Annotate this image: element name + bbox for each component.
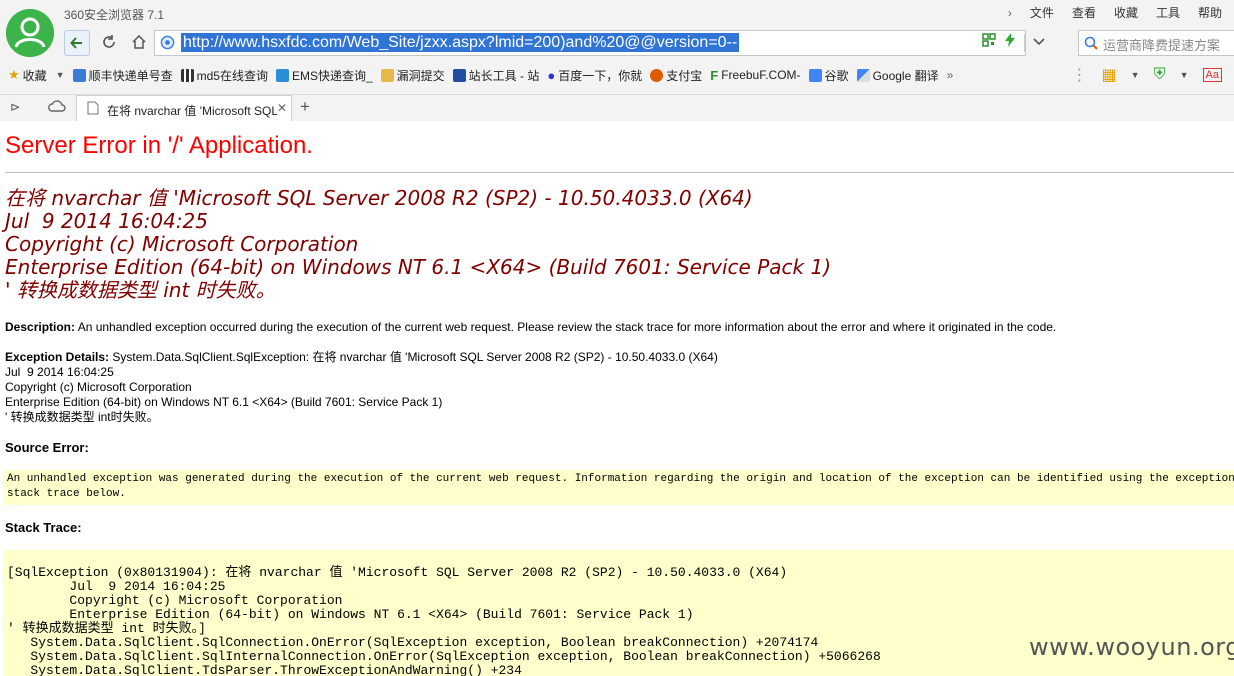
address-bar[interactable]: http://www.hsxfdc.com/Web_Site/jzxx.aspx… bbox=[154, 30, 1026, 56]
tab-active[interactable]: 在将 nvarchar 值 'Microsoft SQL Server 2008… bbox=[76, 95, 292, 122]
toolbar-extensions: ⋮ ▦ ▼ ⛨ ▼ Aa bbox=[1072, 65, 1222, 85]
back-button[interactable] bbox=[64, 30, 90, 56]
bookmark-md5[interactable]: md5在线查询 bbox=[180, 67, 268, 84]
sidebar-toggle-icon[interactable]: ⊳ bbox=[10, 100, 20, 114]
cloud-icon[interactable] bbox=[48, 99, 66, 118]
app-title: 360安全浏览器 7.1 bbox=[64, 8, 165, 22]
tab-title: 在将 nvarchar 值 'Microsoft SQL Server 2008… bbox=[107, 104, 277, 118]
dropdown-icon[interactable]: ▼ bbox=[1180, 70, 1189, 80]
vertical-dots-icon[interactable]: ⋮ bbox=[1072, 65, 1088, 85]
menu-view[interactable]: 查看 bbox=[1072, 4, 1096, 21]
error-message: 在将 nvarchar 值 'Microsoft SQL Server 2008… bbox=[5, 186, 831, 302]
bookmark-freebuf[interactable]: F FreebuF.COM- bbox=[710, 68, 800, 83]
page-title: Server Error in '/' Application. bbox=[5, 132, 313, 159]
menu-help[interactable]: 帮助 bbox=[1198, 4, 1222, 21]
user-avatar-icon[interactable] bbox=[6, 9, 54, 57]
bookmark-favorites[interactable]: ★ 收藏 ▼ bbox=[8, 67, 65, 84]
tab-strip: ⊳ 在将 nvarchar 值 'Microsoft SQL Server 20… bbox=[0, 94, 1234, 122]
menu-tools[interactable]: 工具 bbox=[1156, 4, 1180, 21]
ems-icon bbox=[275, 68, 289, 82]
close-icon[interactable]: ✕ bbox=[277, 101, 287, 115]
page-icon bbox=[87, 101, 99, 118]
menu-file[interactable]: 文件 bbox=[1030, 4, 1054, 21]
more-bookmarks-button[interactable]: » bbox=[947, 68, 954, 82]
double-chevron-icon: » bbox=[946, 68, 954, 82]
source-error-label: Source Error: bbox=[5, 440, 89, 455]
exception-text: System.Data.SqlClient.SqlException: 在将 n… bbox=[5, 350, 718, 424]
new-tab-button[interactable]: + bbox=[300, 97, 310, 117]
refresh-icon bbox=[103, 35, 115, 48]
description: Description: An unhandled exception occu… bbox=[5, 320, 1056, 334]
bookmark-sf-express[interactable]: 顺丰快递单号查 bbox=[72, 67, 173, 84]
search-box[interactable]: 运营商降费提速方案 bbox=[1078, 30, 1234, 56]
apps-icon[interactable]: ▦ bbox=[1102, 65, 1117, 85]
description-text: An unhandled exception occurred during t… bbox=[75, 320, 1057, 334]
source-error-box: An unhandled exception was generated dur… bbox=[3, 470, 1234, 505]
folder-icon bbox=[380, 68, 394, 82]
shield-icon[interactable]: ⛨ bbox=[1154, 66, 1166, 84]
qr-code-icon[interactable] bbox=[982, 33, 996, 52]
google-icon bbox=[808, 68, 822, 82]
bookmarks-bar: ★ 收藏 ▼ 顺丰快递单号查 md5在线查询 EMS快递查询_ 漏洞提交 站长工… bbox=[0, 63, 1234, 87]
url-text[interactable]: http://www.hsxfdc.com/Web_Site/jzxx.aspx… bbox=[181, 33, 740, 52]
alipay-icon bbox=[650, 68, 664, 82]
home-button[interactable] bbox=[126, 29, 152, 55]
bookmark-ems[interactable]: EMS快递查询_ bbox=[275, 67, 373, 84]
bookmark-baidu[interactable]: ● 百度一下，你就 bbox=[547, 67, 642, 84]
address-row: http://www.hsxfdc.com/Web_Site/jzxx.aspx… bbox=[62, 29, 1234, 57]
chinaz-icon bbox=[452, 68, 466, 82]
divider bbox=[5, 172, 1234, 173]
address-tools bbox=[982, 33, 1045, 52]
browser-chrome: 360安全浏览器 7.1 › 文件 查看 收藏 工具 帮助 http://www… bbox=[0, 0, 1234, 122]
lightning-icon[interactable] bbox=[1004, 33, 1016, 52]
bookmark-alipay[interactable]: 支付宝 bbox=[650, 67, 702, 84]
freebuf-icon: F bbox=[710, 67, 719, 83]
description-label: Description: bbox=[5, 320, 76, 334]
refresh-button[interactable] bbox=[96, 29, 122, 55]
bookmark-google-translate[interactable]: Google 翻译 bbox=[856, 67, 939, 84]
separator bbox=[1024, 33, 1025, 52]
bookmark-chinaz[interactable]: 站长工具 - 站 bbox=[452, 67, 539, 84]
search-icon bbox=[1084, 36, 1098, 50]
stack-trace-label: Stack Trace: bbox=[5, 520, 82, 535]
translate-icon bbox=[856, 68, 870, 82]
sf-icon bbox=[72, 68, 86, 82]
dropdown-icon[interactable]: ▼ bbox=[56, 70, 65, 80]
watermark: www.wooyun.org bbox=[1029, 633, 1234, 661]
menu-favorites[interactable]: 收藏 bbox=[1114, 4, 1138, 21]
baidu-icon: ● bbox=[547, 67, 556, 83]
dropdown-icon[interactable]: ▼ bbox=[1131, 70, 1140, 80]
exception-label: Exception Details: bbox=[5, 350, 110, 364]
home-icon bbox=[132, 35, 146, 49]
search-input[interactable]: 运营商降费提速方案 bbox=[1103, 35, 1220, 54]
exception-details: Exception Details: System.Data.SqlClient… bbox=[5, 350, 718, 425]
arrow-left-icon bbox=[70, 37, 82, 49]
globe-icon bbox=[160, 35, 175, 50]
chevron-right-icon[interactable]: › bbox=[1008, 6, 1012, 20]
source-error-text: An unhandled exception was generated dur… bbox=[7, 473, 1234, 500]
bookmark-vuln-submit[interactable]: 漏洞提交 bbox=[380, 67, 445, 84]
menu-bar: › 文件 查看 收藏 工具 帮助 bbox=[1008, 4, 1222, 21]
grid-icon bbox=[180, 68, 194, 82]
bookmark-google[interactable]: 谷歌 bbox=[808, 67, 849, 84]
star-icon: ★ bbox=[8, 67, 20, 82]
page-content: Server Error in '/' Application. 在将 nvar… bbox=[0, 121, 1234, 676]
dropdown-chevron-icon[interactable] bbox=[1033, 34, 1045, 52]
pdf-icon[interactable]: Aa bbox=[1202, 68, 1222, 82]
